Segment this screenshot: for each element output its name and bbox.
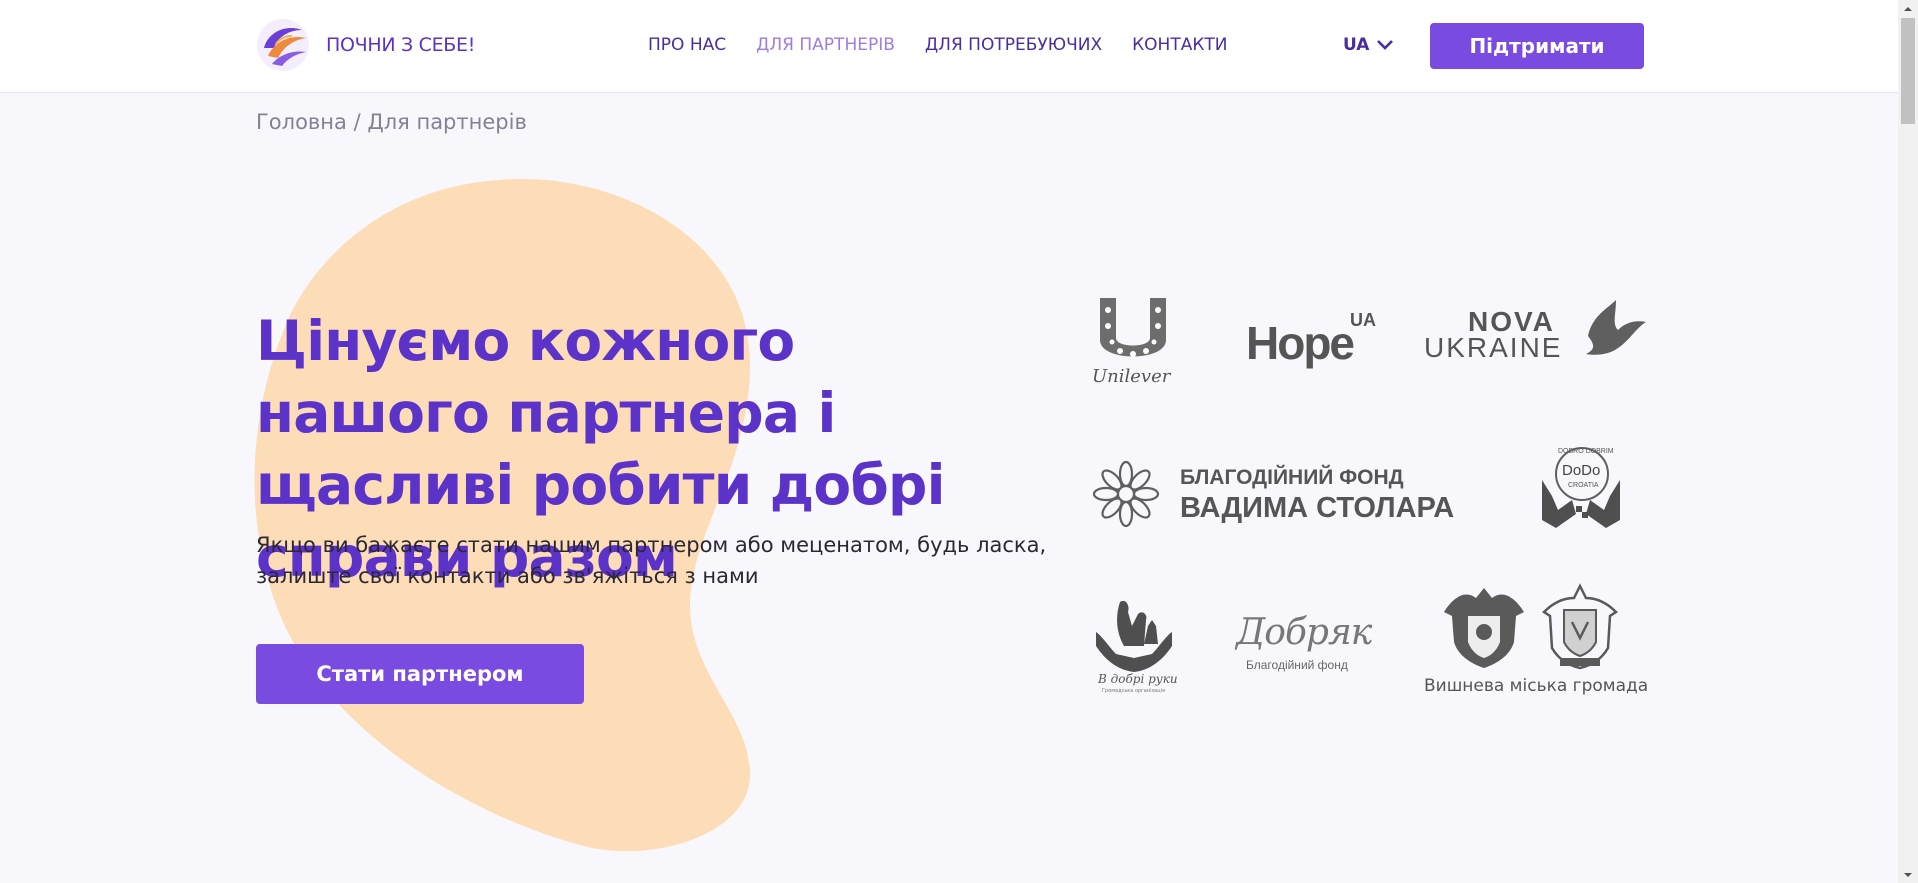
dobryak-wordmark: Добряк bbox=[1236, 612, 1372, 653]
hope-ua-label: UA bbox=[1350, 310, 1376, 330]
hope-wordmark: Hope bbox=[1246, 317, 1355, 369]
nav-contacts[interactable]: КОНТАКТИ bbox=[1132, 35, 1227, 55]
support-button[interactable]: Підтримати bbox=[1430, 23, 1644, 69]
partner-logo-hope-ua: Hope UA bbox=[1246, 310, 1386, 370]
scroll-up-arrow-icon[interactable] bbox=[1898, 0, 1918, 17]
stolar-line-1: БЛАГОДІЙНИЙ ФОНД bbox=[1180, 466, 1404, 489]
dodo-top-text: DOBRO DOBRIM bbox=[1558, 448, 1614, 455]
nova-line-2: UKRAINE bbox=[1424, 332, 1563, 363]
logo-text: ПОЧНИ З СЕБЕ! bbox=[326, 34, 476, 56]
language-selector[interactable]: UA bbox=[1343, 35, 1394, 55]
become-partner-button[interactable]: Стати партнером bbox=[256, 644, 584, 704]
dove-icon bbox=[1586, 300, 1646, 355]
unilever-u-icon bbox=[1100, 298, 1166, 357]
partner-logo-nova-ukraine: NOVA UKRAINE bbox=[1424, 296, 1646, 366]
v-dobri-ruky-wordmark: В добрі руки bbox=[1098, 672, 1178, 686]
logo-link[interactable]: ПОЧНИ З СЕБЕ! bbox=[256, 18, 475, 72]
mandala-icon bbox=[1092, 460, 1160, 528]
phoenix-logo-icon bbox=[257, 19, 309, 71]
partner-logo-dobryak: Добряк Благодійний фонд bbox=[1232, 612, 1372, 674]
hero-subtitle: Якщо ви бажаєте стати нашим партнером аб… bbox=[256, 533, 1047, 588]
language-label: UA bbox=[1343, 35, 1370, 55]
city-coats-of-arms-icon bbox=[1444, 583, 1618, 670]
breadcrumb: Головна / Для партнерів bbox=[256, 110, 527, 134]
partner-logo-unilever: Unilever bbox=[1090, 296, 1176, 388]
hands-with-pets-icon bbox=[1096, 600, 1172, 672]
partner-logo-dodo-croatia: DOBRO DOBRIM DoDo CROATIA bbox=[1536, 440, 1626, 530]
scroll-down-arrow-icon[interactable] bbox=[1898, 866, 1918, 883]
v-dobri-ruky-caption: Громадська організація bbox=[1102, 688, 1166, 694]
dodo-bottom-text: CROATIA bbox=[1568, 482, 1599, 489]
partner-logo-v-dobri-ruky: В добрі руки Громадська організація bbox=[1092, 596, 1178, 700]
site-header: ПОЧНИ З СЕБЕ! ПРО НАС ДЛЯ ПАРТНЕРІВ ДЛЯ … bbox=[0, 0, 1898, 93]
page-scrollbar[interactable] bbox=[1898, 0, 1918, 883]
nav-needy[interactable]: ДЛЯ ПОТРЕБУЮЧИХ bbox=[925, 35, 1102, 55]
nav-partners[interactable]: ДЛЯ ПАРТНЕРІВ bbox=[756, 35, 895, 55]
partner-logo-stolar-foundation: БЛАГОДІЙНИЙ ФОНД ВАДИМА СТОЛАРА bbox=[1090, 458, 1480, 530]
scroll-thumb[interactable] bbox=[1901, 18, 1915, 124]
unilever-wordmark: Unilever bbox=[1092, 366, 1171, 387]
nav-about[interactable]: ПРО НАС bbox=[648, 35, 726, 55]
dobryak-caption: Благодійний фонд bbox=[1246, 658, 1348, 672]
vyshneva-caption: Вишнева міська громада bbox=[1424, 676, 1649, 696]
chevron-down-icon bbox=[1377, 40, 1394, 50]
main-nav: ПРО НАС ДЛЯ ПАРТНЕРІВ ДЛЯ ПОТРЕБУЮЧИХ КО… bbox=[648, 35, 1258, 55]
dodo-wordmark: DoDo bbox=[1562, 462, 1601, 479]
partner-logo-vyshneva-hromada: Вишнева міська громада bbox=[1420, 582, 1648, 696]
stolar-line-2: ВАДИМА СТОЛАРА bbox=[1180, 492, 1455, 524]
